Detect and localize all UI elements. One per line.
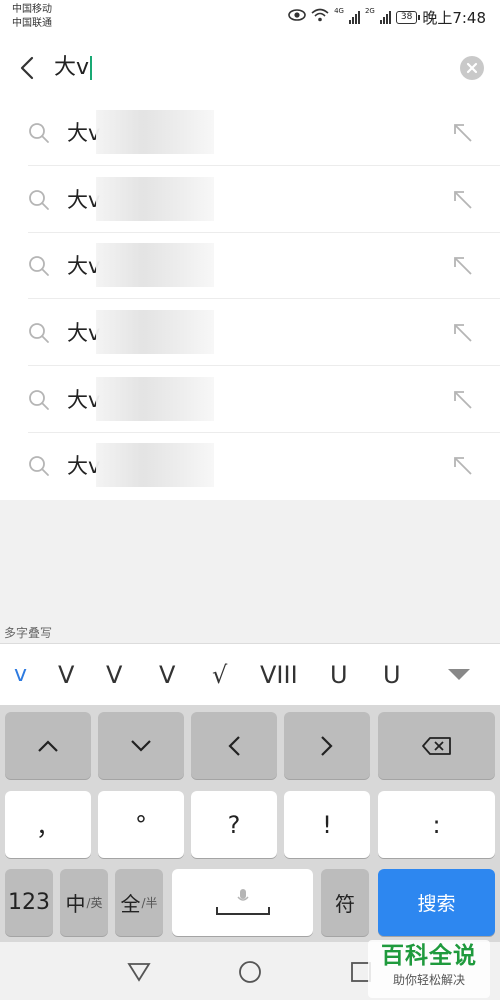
blurred-text [96, 177, 214, 221]
candidate-3[interactable]: V [106, 659, 122, 691]
network-type-1: 4G [334, 7, 344, 15]
candidate-1[interactable]: v [14, 659, 27, 691]
candidate-7[interactable]: U [330, 659, 348, 691]
chevron-down-icon[interactable] [448, 669, 470, 680]
search-query: 大v [54, 55, 90, 80]
clear-icon[interactable] [460, 56, 484, 80]
carrier-2: 中国联通 [12, 18, 52, 29]
microphone-icon [236, 888, 249, 901]
carrier-1: 中国移动 [12, 4, 52, 15]
blurred-text [96, 443, 214, 487]
status-bar: 中国移动 中国联通 4G 2G 38 晚上7:48 [0, 0, 500, 36]
candidate-8[interactable]: U [383, 659, 401, 691]
blurred-text [96, 243, 214, 287]
signal-icon-2 [379, 10, 391, 24]
space-key[interactable] [172, 869, 313, 936]
search-icon [29, 123, 49, 143]
search-icon [29, 323, 49, 343]
chevron-left-icon [228, 735, 240, 756]
backspace-icon [421, 736, 451, 755]
blurred-text [96, 110, 214, 154]
text-caret [90, 56, 93, 80]
symbols-key[interactable]: 符 [321, 869, 369, 936]
chevron-down-icon [131, 739, 151, 752]
suggestion-item[interactable]: 大v [0, 167, 500, 233]
cursor-right-key[interactable] [284, 712, 370, 779]
fill-arrow-icon[interactable] [452, 189, 474, 211]
chevron-right-icon [321, 735, 333, 756]
battery-icon: 38 [395, 10, 421, 24]
fill-arrow-icon[interactable] [452, 122, 474, 144]
candidate-6[interactable]: VIII [260, 659, 298, 691]
nav-back-icon[interactable] [127, 962, 151, 982]
search-header: 大v [0, 36, 500, 100]
divider [28, 165, 500, 166]
watermark-logo: 百科全说 助你轻松解决 [368, 940, 490, 998]
suggestion-item[interactable]: 大v [0, 367, 500, 433]
divider [28, 365, 500, 366]
candidate-2[interactable]: V [58, 659, 74, 691]
ime-mode-label: 多字叠写 [4, 626, 53, 640]
question-key[interactable]: ? [191, 791, 277, 858]
search-icon [29, 456, 49, 476]
numbers-key[interactable]: 123 [5, 869, 53, 936]
suggestion-item[interactable]: 大v [0, 300, 500, 366]
fill-arrow-icon[interactable] [452, 455, 474, 477]
clock: 晚上7:48 [422, 8, 486, 27]
cursor-down-key[interactable] [98, 712, 184, 779]
suggestion-item[interactable]: 大v [0, 100, 500, 166]
status-icons: 4G 2G 38 晚上7:48 [288, 6, 486, 28]
language-switch-key[interactable]: 中/英 [60, 869, 108, 936]
search-input[interactable]: 大v [54, 52, 93, 84]
blurred-text [96, 310, 214, 354]
search-submit-button[interactable]: 搜索 [378, 869, 495, 936]
blurred-text [96, 377, 214, 421]
candidate-5[interactable]: √ [212, 659, 227, 691]
network-type-2: 2G [364, 7, 375, 15]
fill-arrow-icon[interactable] [452, 389, 474, 411]
fill-arrow-icon[interactable] [452, 322, 474, 344]
backspace-key[interactable] [378, 712, 495, 779]
chevron-up-icon [38, 739, 58, 752]
divider [28, 298, 500, 299]
nav-home-icon[interactable] [238, 960, 262, 984]
exclamation-key[interactable]: ! [284, 791, 370, 858]
degree-key[interactable]: ° [98, 791, 184, 858]
watermark-subtitle: 助你轻松解决 [392, 973, 465, 987]
watermark-title: 百科全说 [381, 943, 477, 969]
keyboard: ， ° ? ! : 123 中/英 全/半 符 搜索 [0, 705, 500, 942]
eye-icon [288, 8, 306, 26]
colon-key[interactable]: : [378, 791, 495, 858]
search-icon [29, 390, 49, 410]
suggestion-item[interactable]: 大v [0, 433, 500, 499]
candidate-bar: v V V V √ VIII U U [0, 643, 500, 705]
space-bar-icon [215, 906, 270, 915]
candidate-4[interactable]: V [159, 659, 175, 691]
width-switch-key[interactable]: 全/半 [115, 869, 163, 936]
carrier-info: 中国移动 中国联通 [12, 3, 52, 31]
cursor-left-key[interactable] [191, 712, 277, 779]
search-icon [29, 190, 49, 210]
suggestion-list: 大v 大v 大v 大v 大v 大v [0, 100, 500, 500]
cursor-up-key[interactable] [5, 712, 91, 779]
suggestion-item[interactable]: 大v [0, 233, 500, 299]
back-icon[interactable] [16, 54, 40, 82]
wifi-icon [311, 8, 329, 26]
fill-arrow-icon[interactable] [452, 255, 474, 277]
signal-icon [348, 10, 360, 24]
comma-key[interactable]: ， [5, 791, 91, 858]
search-icon [29, 256, 49, 276]
